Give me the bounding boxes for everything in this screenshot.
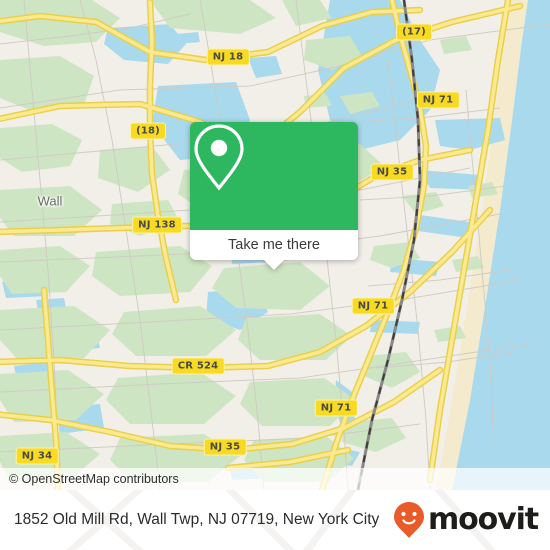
- road-shield[interactable]: NJ 138: [132, 216, 182, 234]
- road-shield[interactable]: NJ 18: [206, 48, 250, 66]
- place-label-wall: Wall: [37, 193, 63, 209]
- moovit-wordmark: moovit: [427, 502, 539, 537]
- location-popup-card[interactable]: Take me there: [190, 122, 358, 270]
- road-shield[interactable]: NJ 71: [314, 399, 358, 417]
- moovit-smiley-pin-icon: [393, 502, 424, 538]
- road-shield[interactable]: NJ 35: [370, 163, 414, 181]
- moovit-logo[interactable]: moovit: [393, 501, 539, 539]
- road-shield[interactable]: NJ 71: [351, 297, 395, 315]
- road-shield[interactable]: NJ 34: [15, 447, 59, 465]
- popup-cta-label: Take me there: [228, 237, 320, 253]
- road-shield[interactable]: NJ 71: [416, 91, 460, 109]
- popup-cta[interactable]: Take me there: [190, 230, 358, 270]
- map-canvas[interactable]: Wall NJ 18 (17) NJ 71 (18) NJ 35 NJ 138 …: [0, 0, 550, 490]
- map-pin-icon: [194, 124, 244, 191]
- popup-tail: [263, 259, 285, 270]
- attribution-text: © OpenStreetMap contributors: [9, 472, 179, 486]
- road-shield[interactable]: (17): [396, 23, 432, 41]
- map-page: Wall NJ 18 (17) NJ 71 (18) NJ 35 NJ 138 …: [0, 0, 550, 550]
- road-shield[interactable]: (18): [130, 122, 166, 140]
- road-shield[interactable]: CR 524: [171, 357, 225, 375]
- popup-image-area: [190, 122, 358, 230]
- footer-bar: 1852 Old Mill Rd, Wall Twp, NJ 07719, Ne…: [0, 490, 550, 550]
- address-text: 1852 Old Mill Rd, Wall Twp, NJ 07719, Ne…: [14, 511, 380, 528]
- map-attribution: © OpenStreetMap contributors: [0, 468, 550, 490]
- road-shield[interactable]: NJ 35: [203, 438, 247, 456]
